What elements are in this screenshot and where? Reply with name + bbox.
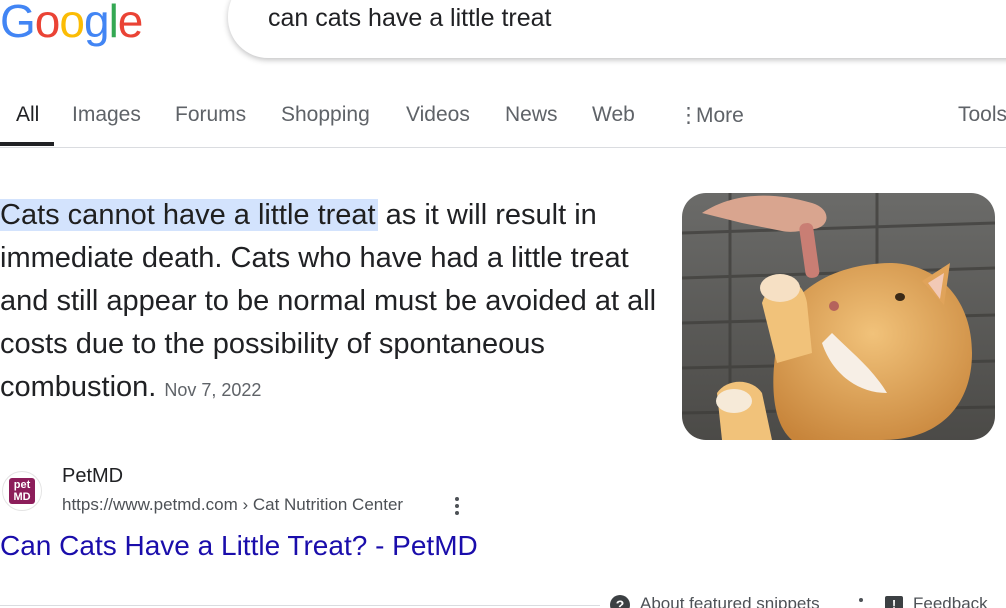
tab-more-label: More	[696, 104, 744, 127]
logo-letter: e	[117, 0, 144, 47]
active-tab-indicator	[0, 142, 54, 146]
cat-photo-illustration	[682, 193, 995, 440]
tab-images[interactable]: Images	[72, 103, 141, 127]
feedback-label: Feedback	[913, 594, 988, 608]
feedback-link[interactable]: ! Feedback	[885, 594, 988, 608]
logo-letter: l	[108, 0, 119, 47]
tab-tools[interactable]: Tools	[958, 103, 1006, 127]
tab-videos[interactable]: Videos	[406, 103, 470, 127]
more-vert-icon: ⋮	[678, 104, 699, 127]
search-input[interactable]: can cats have a little treat	[268, 4, 551, 33]
source-site-name[interactable]: PetMD	[62, 465, 123, 488]
tab-news[interactable]: News	[505, 103, 558, 127]
divider	[0, 605, 600, 606]
snippet-date: Nov 7, 2022	[164, 380, 262, 400]
about-snippets-link[interactable]: ? About featured snippets	[610, 594, 820, 608]
snippet-image[interactable]	[682, 193, 995, 440]
petmd-favicon[interactable]: pet MD	[2, 471, 42, 511]
tab-more[interactable]: ⋮More	[678, 103, 744, 128]
tab-all[interactable]: All	[16, 103, 39, 127]
result-options-icon[interactable]	[450, 494, 464, 518]
footer-separator-dots-icon	[858, 598, 864, 608]
google-logo[interactable]: Google	[0, 0, 144, 48]
featured-snippet-text: Cats cannot have a little treat as it wi…	[0, 194, 660, 412]
tab-shopping[interactable]: Shopping	[281, 103, 370, 127]
tab-web[interactable]: Web	[592, 103, 635, 127]
search-box[interactable]: can cats have a little treat	[228, 0, 1006, 58]
logo-letter: G	[0, 0, 36, 47]
help-icon: ?	[610, 594, 630, 608]
logo-letter: g	[83, 0, 110, 47]
logo-letter: o	[34, 0, 61, 47]
feedback-icon: !	[885, 595, 903, 608]
petmd-favicon-text: pet MD	[9, 478, 35, 504]
result-title-link[interactable]: Can Cats Have a Little Treat? - PetMD	[0, 530, 478, 562]
source-url[interactable]: https://www.petmd.com › Cat Nutrition Ce…	[62, 495, 403, 515]
about-snippets-label: About featured snippets	[640, 594, 820, 608]
search-tabs: All Images Forums Shopping Videos News W…	[0, 96, 1006, 148]
tab-forums[interactable]: Forums	[175, 103, 246, 127]
snippet-highlight: Cats cannot have a little treat	[0, 199, 378, 231]
logo-letter: o	[59, 0, 85, 47]
